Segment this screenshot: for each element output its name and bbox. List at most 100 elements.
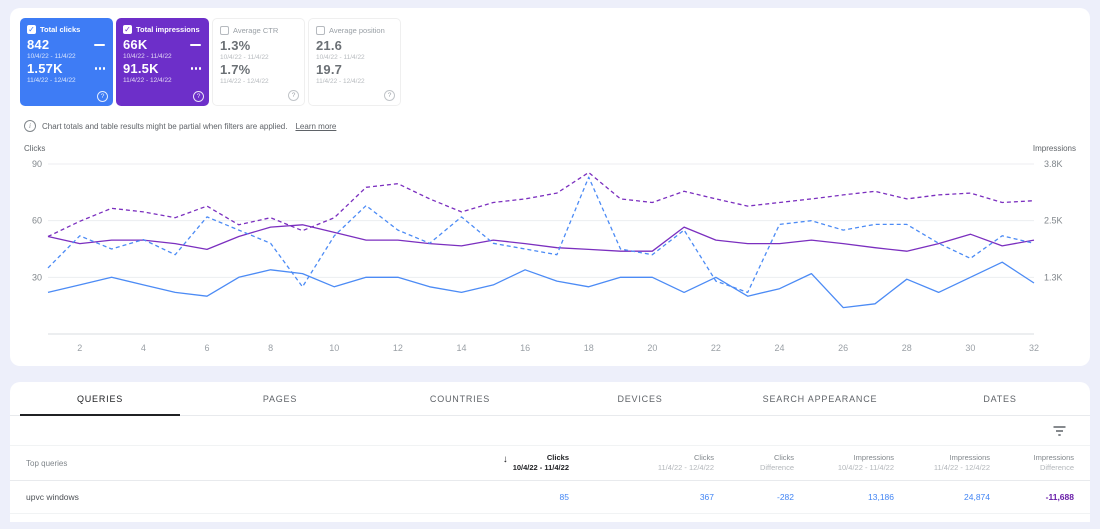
sort-descending-icon: ↓ <box>503 454 508 465</box>
metric-value-period2: 1.57K <box>27 61 63 76</box>
x-axis-tick-label: 24 <box>775 343 785 353</box>
x-axis-tick-label: 2 <box>77 343 82 353</box>
info-banner: i Chart totals and table results might b… <box>24 120 1090 132</box>
x-axis-tick-label: 32 <box>1029 343 1039 353</box>
checkbox-unchecked-icon[interactable] <box>316 26 325 35</box>
dotted-line-legend-icon <box>191 67 201 69</box>
metric-card-total-clicks[interactable]: ✓ Total clicks 842 10/4/22 - 11/4/22 1.5… <box>20 18 113 106</box>
right-axis-tick-label: 2.5K <box>1044 216 1063 226</box>
x-axis-tick-label: 14 <box>456 343 466 353</box>
x-axis-tick-label: 28 <box>902 343 912 353</box>
info-text: Chart totals and table results might be … <box>42 122 287 131</box>
performance-panel: ✓ Total clicks 842 10/4/22 - 11/4/22 1.5… <box>10 8 1090 366</box>
metric-value-period2: 19.7 <box>316 62 342 77</box>
right-axis-title: Impressions <box>1033 144 1076 153</box>
metric-value-period2: 1.7% <box>220 62 250 77</box>
tab-pages[interactable]: PAGES <box>190 382 370 415</box>
right-axis-tick-label: 1.3K <box>1044 272 1063 282</box>
metric-value-period1: 1.3% <box>220 38 250 53</box>
column-header-clicks-difference[interactable]: Clicks Difference <box>722 453 802 473</box>
table-header-top-queries: Top queries <box>26 459 427 468</box>
learn-more-link[interactable]: Learn more <box>295 122 336 131</box>
x-axis-tick-label: 22 <box>711 343 721 353</box>
column-header-impressions-period2[interactable]: Impressions 11/4/22 - 12/4/22 <box>902 453 998 473</box>
metric-value-period1: 21.6 <box>316 38 342 53</box>
left-axis-title: Clicks <box>24 144 45 153</box>
metric-card-total-impressions[interactable]: ✓ Total impressions 66K 10/4/22 - 11/4/2… <box>116 18 209 106</box>
column-header-clicks-period2[interactable]: Clicks 11/4/22 - 12/4/22 <box>577 453 722 473</box>
column-range-label: Difference <box>722 463 794 473</box>
tab-dates[interactable]: DATES <box>910 382 1090 415</box>
column-range-label: 11/4/22 - 12/4/22 <box>902 463 990 473</box>
column-range-label: 11/4/22 - 12/4/22 <box>577 463 714 473</box>
help-icon[interactable]: ? <box>384 90 395 101</box>
column-header-impressions-period1[interactable]: Impressions 10/4/22 - 11/4/22 <box>802 453 902 473</box>
impressions-difference-cell: -11,688 <box>998 492 1082 502</box>
metric-card-average-position[interactable]: Average position 21.6 10/4/22 - 11/4/22 … <box>308 18 401 106</box>
right-axis-tick-label: 3.8K <box>1044 159 1063 169</box>
checkbox-unchecked-icon[interactable] <box>220 26 229 35</box>
dimension-tabs: QUERIES PAGES COUNTRIES DEVICES SEARCH A… <box>10 382 1090 416</box>
left-axis-tick-label: 60 <box>32 216 42 226</box>
solid-line-legend-icon <box>94 44 105 46</box>
column-range-label: 10/4/22 - 11/4/22 <box>802 463 894 473</box>
metric-value-period1: 66K <box>123 37 147 52</box>
column-metric-label: Clicks <box>722 453 794 463</box>
performance-chart-svg[interactable]: 3060901.3K2.5K3.8K2468101214161820222426… <box>24 156 1076 356</box>
query-cell: upvc windows <box>26 492 427 502</box>
metric-card-title: Total clicks <box>40 25 80 34</box>
help-icon[interactable]: ? <box>193 91 204 102</box>
x-axis-tick-label: 10 <box>329 343 339 353</box>
clicks-period2-cell: 367 <box>577 492 722 502</box>
tab-devices[interactable]: DEVICES <box>550 382 730 415</box>
metric-range-period1: 10/4/22 - 11/4/22 <box>116 53 209 60</box>
metric-range-period1: 10/4/22 - 11/4/22 <box>20 53 113 60</box>
metric-range-period1: 10/4/22 - 11/4/22 <box>213 54 304 61</box>
metric-cards: ✓ Total clicks 842 10/4/22 - 11/4/22 1.5… <box>10 18 1090 106</box>
metric-range-period2: 11/4/22 - 12/4/22 <box>116 77 209 84</box>
metric-card-title: Average position <box>329 26 385 35</box>
column-metric-label: Clicks <box>513 453 569 463</box>
checkbox-checked-icon[interactable]: ✓ <box>27 25 36 34</box>
filter-icon[interactable] <box>1053 426 1066 436</box>
chart-line-clicks-period1-solid <box>48 262 1034 307</box>
help-icon[interactable]: ? <box>97 91 108 102</box>
metric-card-title: Total impressions <box>136 25 200 34</box>
tab-countries[interactable]: COUNTRIES <box>370 382 550 415</box>
results-table-card: QUERIES PAGES COUNTRIES DEVICES SEARCH A… <box>10 382 1090 522</box>
table-toolbar <box>10 416 1090 445</box>
column-range-label: 10/4/22 - 11/4/22 <box>513 463 569 473</box>
x-axis-tick-label: 8 <box>268 343 273 353</box>
column-metric-label: Impressions <box>998 453 1074 463</box>
metric-range-period2: 11/4/22 - 12/4/22 <box>213 78 304 85</box>
metric-range-period2: 11/4/22 - 12/4/22 <box>20 77 113 84</box>
x-axis-tick-label: 6 <box>205 343 210 353</box>
solid-line-legend-icon <box>190 44 201 46</box>
table-header-row: Top queries ↓ Clicks 10/4/22 - 11/4/22 C… <box>10 445 1090 481</box>
table-row[interactable]: upvc windows 85 367 -282 13,186 24,874 -… <box>10 481 1090 514</box>
clicks-difference-cell: -282 <box>722 492 802 502</box>
x-axis-tick-label: 18 <box>584 343 594 353</box>
tab-search-appearance[interactable]: SEARCH APPEARANCE <box>730 382 910 415</box>
x-axis-tick-label: 4 <box>141 343 146 353</box>
impressions-period2-cell: 24,874 <box>902 492 998 502</box>
clicks-period1-cell: 85 <box>427 492 577 502</box>
column-metric-label: Impressions <box>902 453 990 463</box>
column-header-impressions-difference[interactable]: Impressions Difference <box>998 453 1082 473</box>
checkbox-checked-icon[interactable]: ✓ <box>123 25 132 34</box>
dotted-line-legend-icon <box>95 67 105 69</box>
impressions-period1-cell: 13,186 <box>802 492 902 502</box>
chart-line-impressions-period2-dashed <box>48 173 1034 237</box>
x-axis-tick-label: 30 <box>965 343 975 353</box>
x-axis-tick-label: 20 <box>647 343 657 353</box>
metric-value-period1: 842 <box>27 37 49 52</box>
metric-range-period1: 10/4/22 - 11/4/22 <box>309 54 400 61</box>
chart-line-impressions-period1-solid <box>48 225 1034 251</box>
help-icon[interactable]: ? <box>288 90 299 101</box>
tab-queries[interactable]: QUERIES <box>10 382 190 415</box>
metric-value-period2: 91.5K <box>123 61 159 76</box>
metric-card-average-ctr[interactable]: Average CTR 1.3% 10/4/22 - 11/4/22 1.7% … <box>212 18 305 106</box>
column-header-clicks-period1[interactable]: ↓ Clicks 10/4/22 - 11/4/22 <box>427 453 577 473</box>
metric-range-period2: 11/4/22 - 12/4/22 <box>309 78 400 85</box>
x-axis-tick-label: 16 <box>520 343 530 353</box>
